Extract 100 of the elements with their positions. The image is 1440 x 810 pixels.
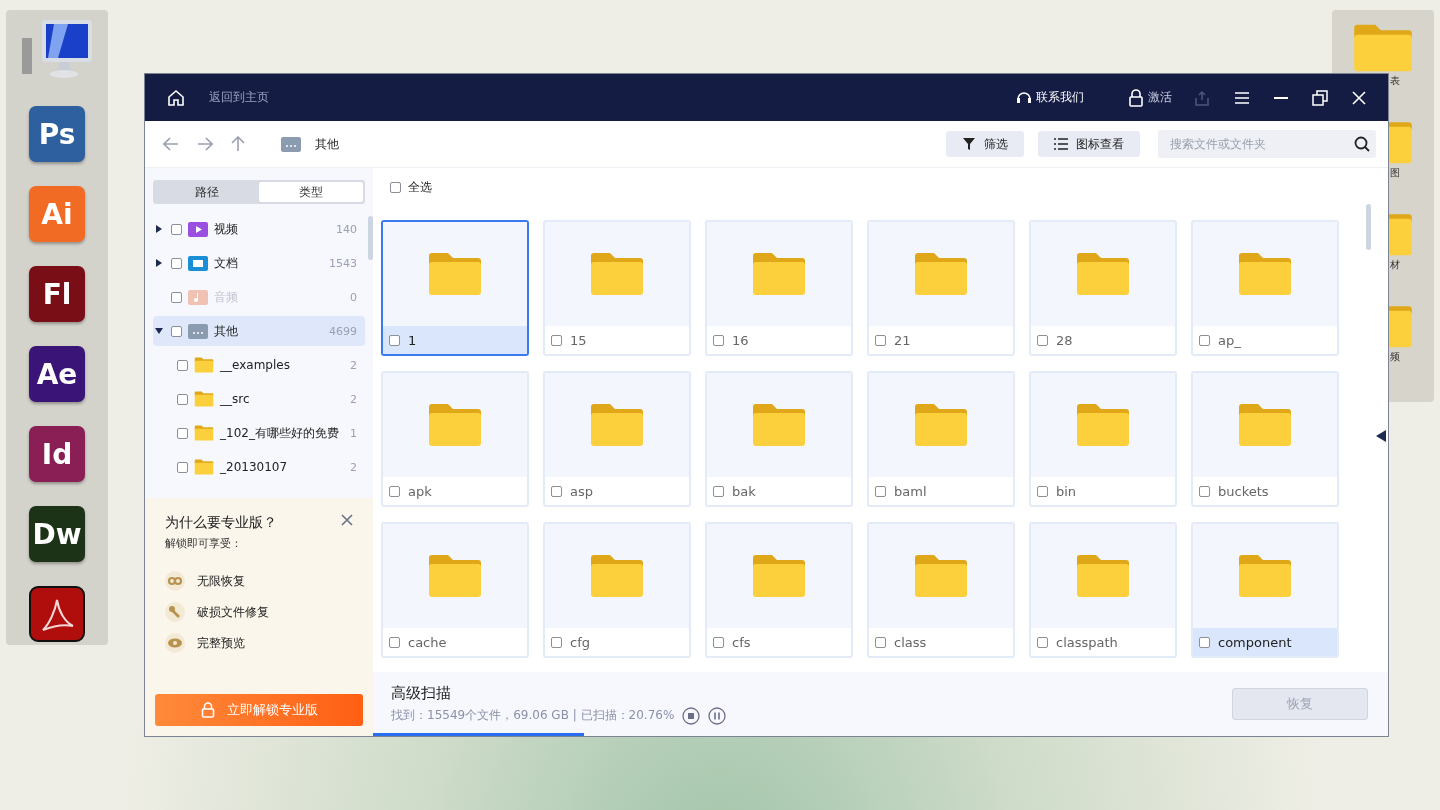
folder-tile[interactable]: 1 <box>381 220 529 356</box>
select-all-label[interactable]: 全选 <box>408 178 432 196</box>
tab[interactable]: 路径 <box>155 182 259 202</box>
folder-tile[interactable]: 15 <box>543 220 691 356</box>
checkbox[interactable] <box>177 393 188 405</box>
checkbox[interactable] <box>1037 334 1048 346</box>
folder-tile[interactable]: class <box>867 522 1015 658</box>
pdf-reader-icon[interactable] <box>29 586 85 642</box>
folder-tile[interactable]: classpath <box>1029 522 1177 658</box>
folder-tile[interactable]: bak <box>705 371 853 507</box>
checkbox[interactable] <box>390 181 401 193</box>
app-icon[interactable]: Ps <box>29 106 85 162</box>
close-icon <box>341 514 353 526</box>
checkbox[interactable] <box>177 359 188 371</box>
folder-tile[interactable]: buckets <box>1191 371 1339 507</box>
filter-icon <box>962 137 976 151</box>
checkbox[interactable] <box>551 485 562 497</box>
app-icon[interactable]: Dw <box>29 506 85 562</box>
folder-label: 图 <box>1390 166 1400 180</box>
tree-item[interactable]: 文档 1543 <box>153 248 365 278</box>
checkbox[interactable] <box>389 334 400 346</box>
close-icon <box>1352 90 1366 105</box>
folder-name: class <box>894 634 927 650</box>
checkbox[interactable] <box>1037 485 1048 497</box>
checkbox[interactable] <box>171 325 182 337</box>
tab[interactable]: 类型 <box>259 182 363 202</box>
pause-button[interactable] <box>708 706 727 725</box>
item-count: 2 <box>350 460 357 474</box>
menu-icon <box>1234 90 1250 105</box>
checkbox[interactable] <box>171 257 182 269</box>
forward-button[interactable] <box>197 137 213 151</box>
checkbox[interactable] <box>389 485 400 497</box>
app-icon[interactable]: Id <box>29 426 85 482</box>
folder-tile[interactable]: cache <box>381 522 529 658</box>
folder-icon <box>194 357 214 373</box>
folder-tile[interactable]: cfs <box>705 522 853 658</box>
scrollbar[interactable] <box>368 216 373 260</box>
checkbox[interactable] <box>551 334 562 346</box>
app-icon[interactable]: Fl <box>29 266 85 322</box>
stop-button[interactable] <box>682 706 701 725</box>
folder-tile[interactable]: 16 <box>705 220 853 356</box>
activate-button[interactable]: 激活 <box>1122 84 1178 111</box>
export-icon <box>1194 89 1210 106</box>
up-arrow-icon <box>231 136 245 152</box>
tree-item[interactable]: 其他 4699 <box>153 316 365 346</box>
tree-label: __src <box>220 392 251 406</box>
checkbox[interactable] <box>177 461 188 473</box>
contact-button[interactable]: 联系我们 <box>1010 85 1090 110</box>
folder-tile[interactable]: apk <box>381 371 529 507</box>
home-link[interactable]: 返回到主页 <box>209 89 269 106</box>
checkbox[interactable] <box>713 636 724 648</box>
checkbox[interactable] <box>875 636 886 648</box>
folder-tile[interactable]: cfg <box>543 522 691 658</box>
view-button[interactable]: 图标查看 <box>1038 131 1140 157</box>
checkbox[interactable] <box>1199 334 1210 346</box>
checkbox[interactable] <box>177 427 188 439</box>
tree-item[interactable]: _20130107 2 <box>153 452 365 482</box>
folder-name: 1 <box>408 332 417 348</box>
folder-icon <box>427 554 483 598</box>
pause-icon <box>708 706 727 725</box>
checkbox[interactable] <box>875 334 886 346</box>
folder-icon <box>281 136 301 152</box>
checkbox[interactable] <box>1199 636 1210 648</box>
caret-icon[interactable] <box>155 225 163 233</box>
scrollbar[interactable] <box>1366 204 1371 250</box>
filter-button[interactable]: 筛选 <box>946 131 1024 157</box>
tree-label: __examples <box>220 358 291 372</box>
folder-tile[interactable]: baml <box>867 371 1015 507</box>
checkbox[interactable] <box>1199 485 1210 497</box>
checkbox[interactable] <box>551 636 562 648</box>
folder-tile[interactable]: 21 <box>867 220 1015 356</box>
folder-tile[interactable]: component <box>1191 522 1339 658</box>
caret-icon[interactable] <box>155 327 163 335</box>
folder-tile[interactable]: asp <box>543 371 691 507</box>
folder-tile[interactable]: ap_ <box>1191 220 1339 356</box>
checkbox[interactable] <box>389 636 400 648</box>
collapse-arrow-icon[interactable] <box>1376 430 1386 442</box>
checkbox[interactable] <box>1037 636 1048 648</box>
up-button[interactable] <box>231 136 245 152</box>
search-icon[interactable] <box>1354 136 1370 152</box>
checkbox[interactable] <box>171 223 182 235</box>
tree-item[interactable]: _102_有哪些好的免费 1 <box>153 418 365 448</box>
checkbox[interactable] <box>713 334 724 346</box>
folder-icon <box>427 252 483 296</box>
folder-tile[interactable]: 28 <box>1029 220 1177 356</box>
app-icon[interactable]: Ae <box>29 346 85 402</box>
promo-subtitle: 解锁即可享受： <box>164 536 243 551</box>
tree-item[interactable]: 视频 140 <box>153 214 365 244</box>
caret-icon[interactable] <box>155 259 163 267</box>
back-button[interactable] <box>163 137 179 151</box>
search-field[interactable]: 搜索文件或文件夹 <box>1158 130 1376 158</box>
tree-item[interactable]: __src 2 <box>153 384 365 414</box>
tree-item[interactable]: __examples 2 <box>153 350 365 380</box>
folder-name: cfs <box>732 634 751 650</box>
folder-icon <box>589 403 645 447</box>
item-count: 1 <box>350 426 357 440</box>
folder-tile[interactable]: bin <box>1029 371 1177 507</box>
checkbox[interactable] <box>713 485 724 497</box>
folder-icon <box>194 459 214 475</box>
checkbox[interactable] <box>875 485 886 497</box>
